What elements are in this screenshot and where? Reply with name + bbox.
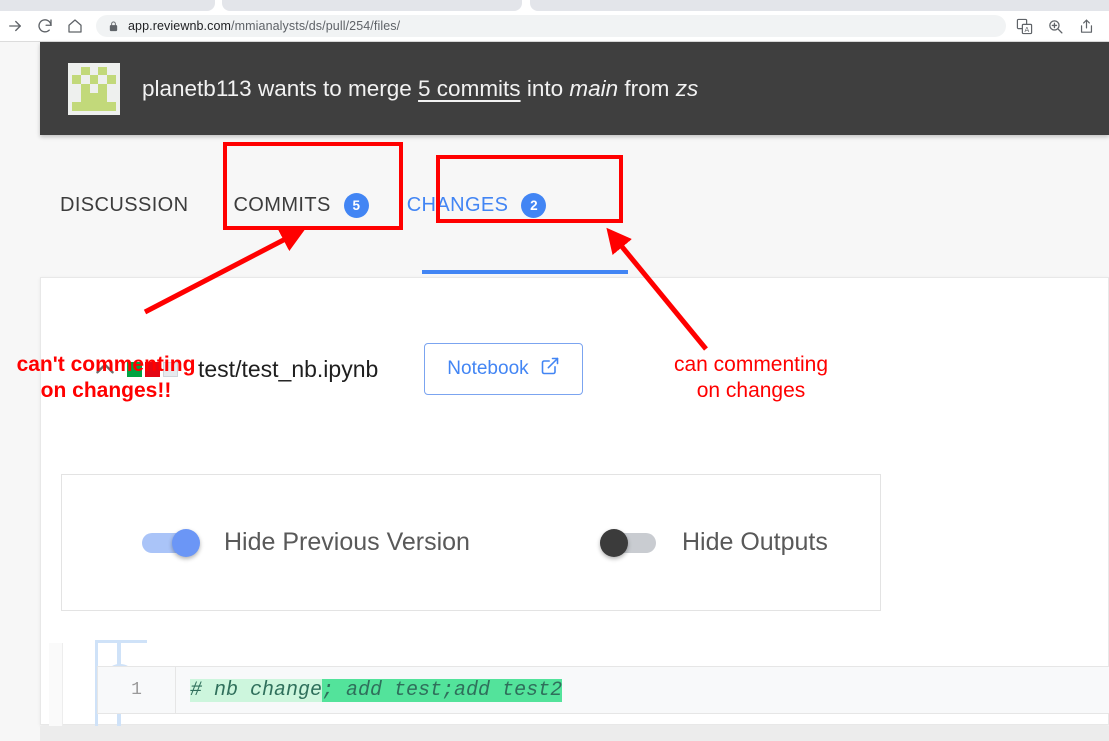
pr-action-text: wants to merge [257,75,412,101]
svg-text:A: A [1025,26,1030,34]
reload-icon[interactable] [30,13,60,39]
pr-commits-link[interactable]: 5 commits [418,76,521,101]
tab-changes-label: CHANGES [406,193,509,216]
address-bar-text: app.reviewnb.com/mmianalysts/ds/pull/254… [128,19,400,33]
diff-code-row[interactable]: 1 # nb change; add test;add test2 [97,666,1109,714]
line-number: 1 [98,667,176,713]
pr-head-branch: zs [675,75,699,101]
tab-discussion[interactable]: DISCUSSION [60,135,188,275]
diff-text-unchanged: # nb change [190,678,323,702]
pr-base-branch: main [569,75,619,101]
translate-icon[interactable]: A [1016,18,1033,35]
pr-from-text: from [624,75,670,101]
screenshot-root: app.reviewnb.com/mmianalysts/ds/pull/254… [0,0,1109,741]
avatar [68,62,120,115]
toggle-knob [599,528,628,557]
tab-changes-badge: 2 [521,192,547,218]
tab-discussion-label: DISCUSSION [60,193,189,216]
tab-commits-label: COMMITS [233,193,331,216]
file-path: test/test_nb.ipynb [198,355,379,382]
lock-icon [108,20,119,33]
tab-commits[interactable]: COMMITS 5 [233,135,369,275]
diff-code-text: # nb change; add test;add test2 [176,678,563,702]
browser-tab-stub[interactable] [222,0,522,11]
hide-outputs-toggle[interactable] [599,528,660,557]
url-path: /mmianalysts/ds/pull/254/files/ [231,19,401,33]
home-icon[interactable] [60,13,90,39]
address-bar[interactable]: app.reviewnb.com/mmianalysts/ds/pull/254… [96,15,1006,37]
notebook-button-label: Notebook [447,358,529,379]
diff-text-added: ; add test;add test2 [322,678,563,702]
diff-gutter [49,643,63,733]
browser-tab-stub[interactable] [530,0,1109,11]
tab-changes[interactable]: CHANGES 2 [407,135,547,275]
tab-commits-badge: 5 [343,192,369,218]
hide-outputs-toggle-group[interactable]: Hide Outputs [599,528,828,557]
pull-request-header: planetb113 wants to merge 5 commits into… [40,42,1109,135]
tab-bar: DISCUSSION COMMITS 5 CHANGES 2 [40,135,1109,275]
browser-tab-stub[interactable] [0,0,215,11]
annotation-left-note: can't commenting on changes!! [16,353,196,402]
external-link-icon [540,356,560,382]
hide-previous-version-toggle[interactable] [142,528,202,557]
view-options-panel: Hide Previous Version Hide Outputs [61,474,881,611]
hide-previous-version-toggle-group[interactable]: Hide Previous Version [142,528,470,557]
notebook-button[interactable]: Notebook [424,343,583,395]
page-bottom-strip [40,726,1109,741]
hide-outputs-label: Hide Outputs [681,528,828,556]
active-tab-indicator [422,270,628,274]
pr-author: planetb113 [142,75,252,101]
share-icon[interactable] [1078,18,1095,35]
annotation-right-note: can commenting on changes [673,353,829,402]
toggle-knob [172,528,200,557]
pull-request-title: planetb113 wants to merge 5 commits into… [142,76,698,102]
browser-tab-strip [0,0,1109,11]
hide-previous-version-label: Hide Previous Version [224,528,470,556]
changes-card: test/test_nb.ipynb Notebook Hide Previou… [40,277,1109,733]
browser-toolbar: app.reviewnb.com/mmianalysts/ds/pull/254… [0,11,1109,42]
zoom-icon[interactable] [1047,18,1064,35]
toolbar-actions: A [1016,18,1109,35]
diff-area: 1 # nb change; add test;add test2 [41,640,1109,733]
forward-arrow-icon[interactable] [0,13,30,39]
url-host: app.reviewnb.com [128,19,232,33]
pr-into-text: into [526,75,564,101]
